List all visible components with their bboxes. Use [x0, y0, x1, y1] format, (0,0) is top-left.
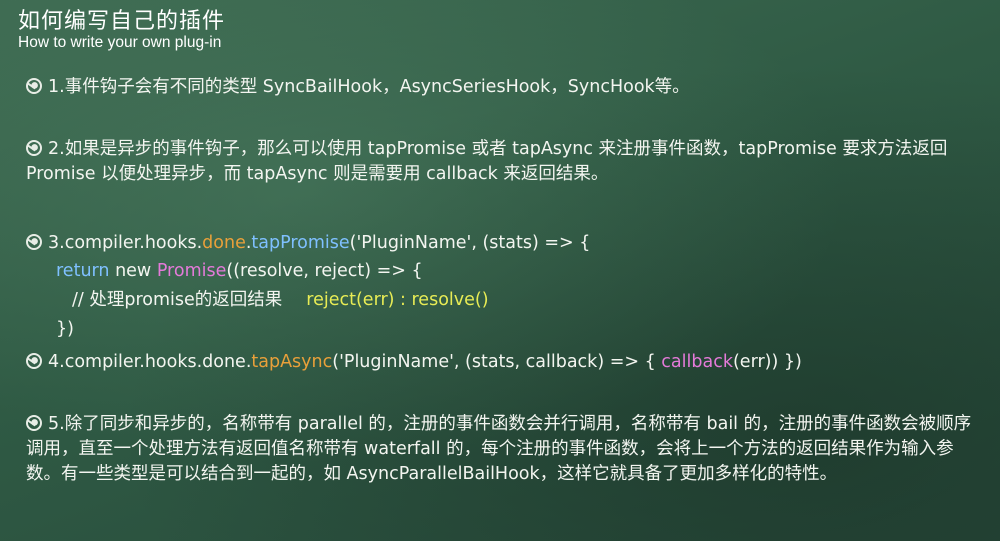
point-2-text: 2.如果是异步的事件钩子，那么可以使用 tapPromise 或者 tapAsy… — [26, 139, 948, 184]
code-text: ((resolve, reject) => { — [226, 261, 423, 281]
code-expression: reject(err) : resolve() — [306, 290, 489, 310]
code-comment: // 处理promise的返回结果 — [72, 290, 283, 310]
slide-subtitle: How to write your own plug-in — [18, 34, 222, 51]
code-call-callback: callback — [661, 352, 733, 372]
slide-title: 如何编写自己的插件 — [18, 9, 226, 34]
point-2: 2.如果是异步的事件钩子，那么可以使用 tapPromise 或者 tapAsy… — [26, 137, 986, 187]
chalk-swirl-bullet-icon — [26, 78, 42, 94]
code-text: 3.compiler.hooks. — [48, 233, 203, 253]
code-3-line-2: return new Promise((resolve, reject) => … — [56, 259, 423, 284]
code-method-tapasync: tapAsync — [251, 352, 333, 372]
point-1-text: 1.事件钩子会有不同的类型 SyncBailHook，AsyncSeriesHo… — [48, 77, 690, 97]
chalk-swirl-bullet-icon — [26, 353, 42, 369]
code-3-line-4: }) — [56, 317, 74, 342]
code-keyword-done: done — [202, 233, 246, 253]
code-text: (err)) }) — [732, 352, 802, 372]
code-keyword-return: return — [56, 261, 110, 281]
point-5: 5.除了同步和异步的，名称带有 parallel 的，注册的事件函数会并行调用，… — [26, 412, 986, 487]
code-text: ('PluginName', (stats, callback) => { — [332, 352, 662, 372]
slide: 如何编写自己的插件 How to write your own plug-in … — [0, 0, 1000, 541]
chalk-swirl-bullet-icon — [26, 234, 42, 250]
code-text: }) — [56, 319, 74, 339]
code-keyword-new: new — [109, 261, 157, 281]
point-1: 1.事件钩子会有不同的类型 SyncBailHook，AsyncSeriesHo… — [26, 75, 690, 100]
chalk-swirl-bullet-icon — [26, 415, 42, 431]
code-class-promise: Promise — [156, 261, 227, 281]
code-method-tappromise: tapPromise — [251, 233, 350, 253]
code-3-line-3: // 处理promise的返回结果 reject(err) : resolve() — [72, 288, 489, 313]
code-4-line: 4.compiler.hooks.done.tapAsync('PluginNa… — [26, 350, 802, 375]
point-5-text: 5.除了同步和异步的，名称带有 parallel 的，注册的事件函数会并行调用，… — [26, 414, 972, 484]
chalk-swirl-bullet-icon — [26, 140, 42, 156]
code-text: ('PluginName', (stats) => { — [349, 233, 591, 253]
code-3-line-1: 3.compiler.hooks.done.tapPromise('Plugin… — [26, 231, 590, 256]
code-text: 4.compiler.hooks.done. — [48, 352, 252, 372]
